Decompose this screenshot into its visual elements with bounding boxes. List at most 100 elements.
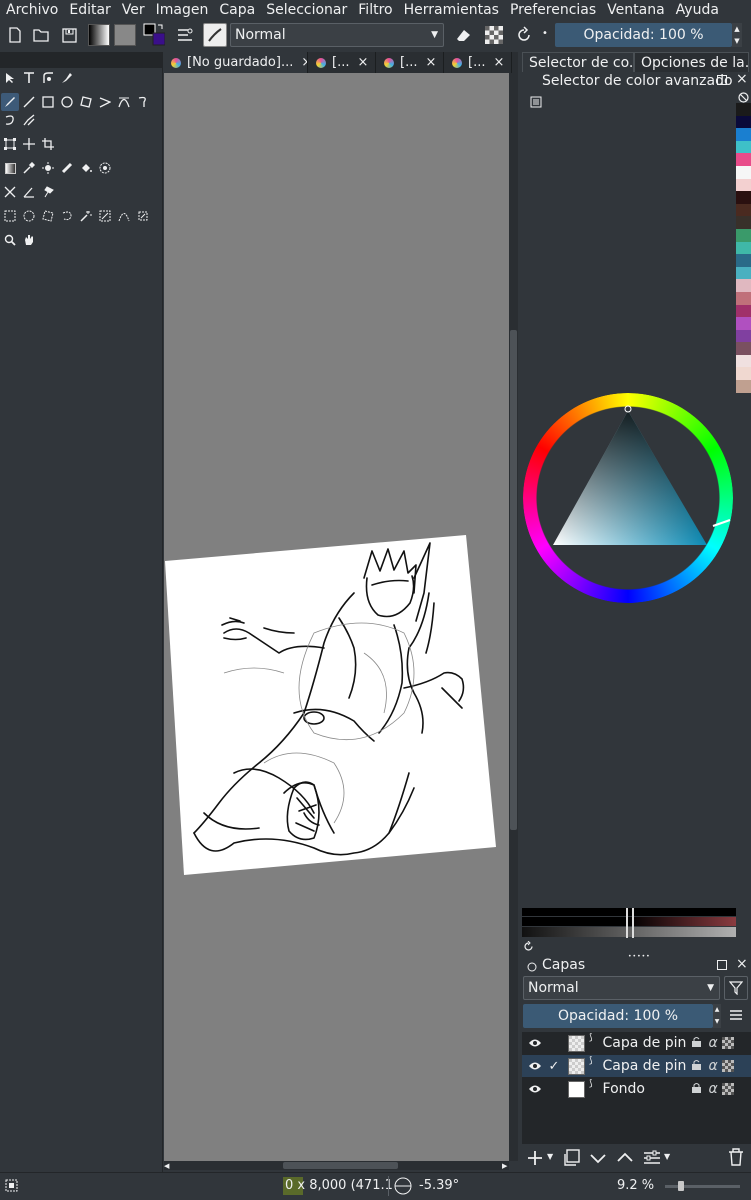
color-settings-icon[interactable] (530, 96, 542, 112)
tab-document-4[interactable]: [... × (444, 52, 512, 73)
layer-opacity-spin-arrows[interactable]: ▲ ▼ (713, 1004, 721, 1028)
open-folder-icon[interactable] (30, 24, 52, 46)
menu-preferencias[interactable]: Preferencias (504, 0, 601, 20)
menu-ver[interactable]: Ver (116, 0, 150, 20)
alpha-lock-icon[interactable] (483, 24, 505, 46)
menu-archivo[interactable]: Archivo (0, 0, 63, 20)
color-swatch[interactable] (736, 191, 751, 204)
crop-tool-icon[interactable] (40, 136, 56, 152)
menu-herramientas[interactable]: Herramientas (398, 0, 504, 20)
hamburger-menu-icon[interactable] (729, 1009, 743, 1025)
color-swatch[interactable] (736, 140, 751, 154)
scroll-left-arrow-icon[interactable]: ◀ (164, 1162, 169, 1170)
visibility-eye-icon[interactable] (525, 1084, 545, 1094)
tab-tool-options[interactable]: Opciones de la... (634, 52, 749, 72)
alpha-lock-icon[interactable] (721, 1083, 734, 1095)
zoom-slider-handle[interactable] (678, 1181, 684, 1191)
freehand-path-tool-icon[interactable] (135, 94, 151, 110)
refresh-icon[interactable] (523, 940, 534, 956)
layer-properties-icon[interactable] (643, 1149, 661, 1171)
alpha-inherit-icon[interactable]: α (709, 1035, 718, 1051)
color-picker-tool-icon[interactable] (21, 160, 37, 176)
layer-blend-mode-select[interactable]: Normal ▼ (523, 976, 720, 1000)
reload-preset-icon[interactable] (513, 24, 535, 46)
bezier-tool-icon[interactable] (116, 94, 132, 110)
magnetic-selection-tool-icon[interactable] (135, 208, 151, 224)
color-swatch[interactable] (736, 354, 751, 368)
close-icon[interactable]: × (425, 55, 436, 70)
transform-tool-icon[interactable] (2, 136, 18, 152)
splitter-handle[interactable]: ••••• (628, 953, 651, 960)
visibility-eye-icon[interactable] (525, 1038, 545, 1048)
pan-tool-icon[interactable] (21, 232, 37, 248)
edit-shapes-tool-icon[interactable] (40, 70, 56, 86)
color-swatch[interactable] (736, 317, 751, 330)
color-wheel[interactable] (520, 390, 742, 612)
freehand-selection-tool-icon[interactable] (59, 208, 75, 224)
move-tool-icon[interactable] (21, 136, 37, 152)
close-icon[interactable]: × (736, 956, 748, 972)
reference-images-tool-icon[interactable] (40, 184, 56, 200)
alpha-inherit-icon[interactable]: α (709, 1058, 718, 1074)
alpha-lock-icon[interactable] (721, 1037, 734, 1049)
close-icon[interactable]: × (357, 55, 368, 70)
fill-tool-icon[interactable] (78, 160, 94, 176)
color-swatch[interactable] (736, 165, 751, 179)
gradient-tool-icon[interactable] (2, 160, 18, 176)
layer-checkbox[interactable]: ✓ (545, 1059, 563, 1074)
menu-editar[interactable]: Editar (63, 0, 115, 20)
canvas-rotation-icon[interactable] (394, 1177, 412, 1199)
save-icon[interactable] (58, 24, 80, 46)
close-icon[interactable]: × (736, 71, 748, 87)
alpha-lock-icon[interactable] (721, 1060, 734, 1072)
assistant-tool-icon[interactable] (97, 160, 113, 176)
tab-document-2[interactable]: [... × (308, 52, 376, 73)
duplicate-layer-icon[interactable] (562, 1149, 580, 1171)
color-swatch[interactable] (736, 103, 751, 116)
color-swatch[interactable] (736, 178, 751, 192)
chevron-down-icon[interactable]: ▼ (664, 1152, 670, 1161)
multibrush-tool-icon[interactable] (21, 112, 37, 128)
layer-opacity-slider[interactable]: Opacidad: 100 % (523, 1004, 713, 1028)
layer-row[interactable]: ⟆ Capa de pin... α (522, 1032, 751, 1054)
color-swatch[interactable] (736, 367, 751, 381)
contiguous-selection-tool-icon[interactable] (78, 208, 94, 224)
vertical-scroll-thumb[interactable] (510, 330, 517, 830)
tab-document-3[interactable]: [... × (376, 52, 444, 73)
menu-imagen[interactable]: Imagen (150, 0, 214, 20)
color-swatch[interactable] (736, 329, 751, 343)
select-shapes-tool-icon[interactable] (2, 70, 18, 86)
polygonal-selection-tool-icon[interactable] (40, 208, 56, 224)
close-icon[interactable]: × (493, 55, 504, 70)
zoom-slider[interactable] (665, 1185, 740, 1188)
scroll-right-arrow-icon[interactable]: ▶ (502, 1162, 507, 1170)
layer-row[interactable]: ⟆ Fondo α (522, 1078, 751, 1100)
layer-row[interactable]: ✓ ⟆ Capa de pin... α (522, 1055, 751, 1077)
new-document-icon[interactable] (4, 24, 26, 46)
unlock-icon[interactable] (691, 1035, 705, 1051)
lock-icon[interactable] (691, 1081, 705, 1097)
filter-icon[interactable] (724, 976, 748, 1000)
polyline-tool-icon[interactable] (97, 94, 113, 110)
ellipse-tool-icon[interactable] (59, 94, 75, 110)
visibility-eye-icon[interactable] (525, 1061, 545, 1071)
horizontal-scroll-thumb[interactable] (283, 1162, 398, 1169)
pattern-preset-icon[interactable] (114, 24, 136, 46)
color-swatch[interactable] (736, 304, 751, 318)
eraser-icon[interactable] (452, 24, 474, 46)
color-swatch[interactable] (736, 115, 751, 129)
calligraphy-tool-icon[interactable] (59, 70, 75, 86)
alpha-inherit-icon[interactable]: α (709, 1081, 718, 1097)
color-swatch[interactable] (736, 203, 751, 217)
line-tool-icon[interactable] (21, 94, 37, 110)
close-icon[interactable]: × (301, 55, 307, 70)
freehand-brush-tool-icon[interactable] (1, 93, 19, 111)
selection-display-icon[interactable] (5, 1179, 18, 1196)
brush-preset-icon[interactable] (203, 23, 227, 47)
canvas-area[interactable] (164, 73, 509, 1161)
smart-patch-tool-icon[interactable] (59, 160, 75, 176)
dynamic-brush-tool-icon[interactable] (2, 112, 18, 128)
tab-document-1[interactable]: [No guardado]... × (163, 52, 308, 73)
color-swatch[interactable] (736, 241, 751, 255)
menu-seleccionar[interactable]: Seleccionar (260, 0, 352, 20)
